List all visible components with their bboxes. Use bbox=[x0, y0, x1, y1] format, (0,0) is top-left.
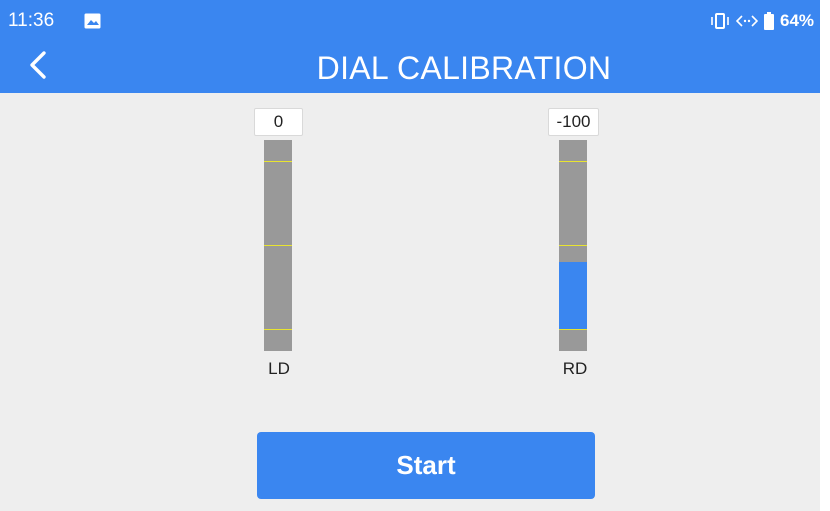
battery-percent: 64% bbox=[780, 11, 815, 30]
dial-value-ld[interactable]: 0 bbox=[254, 108, 303, 136]
app-header: 11:36 64% DIAL CALIBRATION bbox=[0, 0, 820, 93]
dial-label-ld: LD bbox=[268, 359, 290, 378]
status-bar: 11:36 64% bbox=[0, 0, 820, 40]
dial-track-rd[interactable] bbox=[559, 140, 587, 351]
start-button[interactable]: Start bbox=[257, 432, 595, 499]
tick-bottom bbox=[264, 329, 292, 330]
dial-calibration-screen: 11:36 64% DIAL CALIBRATION 0 LD -100 RD … bbox=[0, 0, 820, 511]
dial-label-rd: RD bbox=[562, 359, 588, 378]
calibration-content: 0 LD -100 RD Start bbox=[0, 93, 820, 511]
tick-top bbox=[559, 161, 587, 162]
page-title: DIAL CALIBRATION bbox=[316, 50, 612, 86]
tick-center bbox=[559, 245, 587, 246]
dial-fill-rd bbox=[559, 262, 587, 329]
battery-icon bbox=[764, 12, 774, 30]
status-right-group: 64% bbox=[710, 10, 820, 32]
tick-top bbox=[264, 161, 292, 162]
tick-center bbox=[264, 245, 292, 246]
dial-track-ld[interactable] bbox=[264, 140, 292, 351]
image-icon bbox=[84, 13, 101, 29]
tick-bottom bbox=[559, 329, 587, 330]
data-sync-icon bbox=[736, 13, 758, 29]
vibrate-icon bbox=[710, 13, 730, 29]
dial-value-rd[interactable]: -100 bbox=[548, 108, 599, 136]
status-time: 11:36 bbox=[8, 10, 55, 31]
